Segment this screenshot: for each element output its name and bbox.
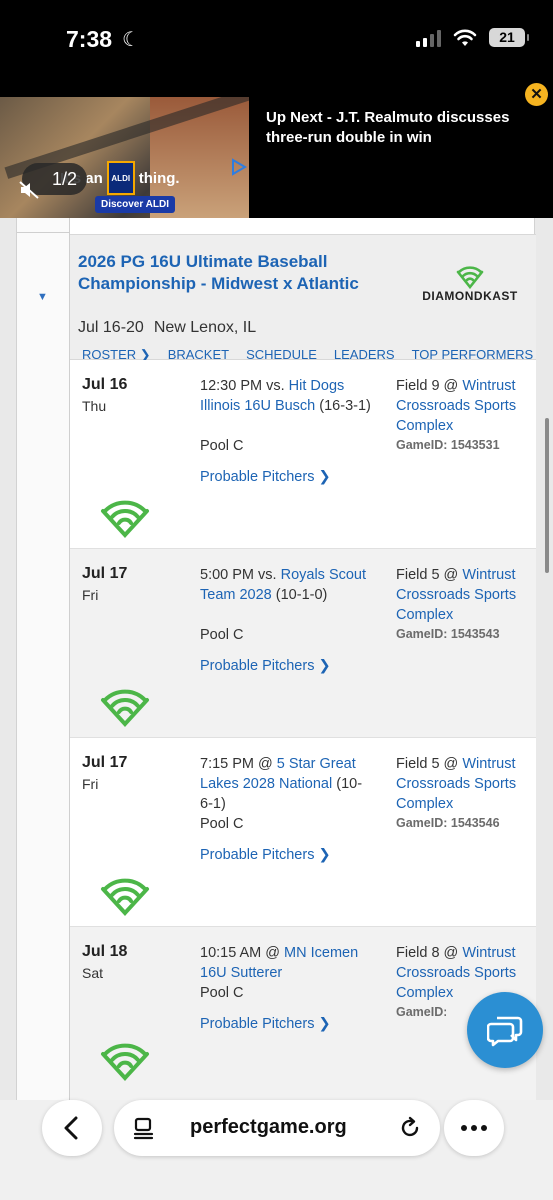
game-pool: Pool C bbox=[200, 438, 244, 454]
chat-bubbles-icon bbox=[487, 1016, 523, 1047]
aldi-logo: ALDI bbox=[106, 161, 135, 195]
game-pool: Pool C bbox=[200, 627, 244, 643]
game-field: Field 5 @ Wintrust Crossroads Sports Com… bbox=[396, 567, 517, 623]
status-bar: 7:38 ☾ 21 bbox=[0, 0, 553, 80]
game-id: GameID: 1543543 bbox=[396, 627, 500, 641]
page-content: ▼ 2026 PG 16U Ultimate Baseball Champion… bbox=[0, 218, 553, 1200]
url-text: perfectgame.org bbox=[190, 1116, 347, 1138]
expand-gutter: ▼ bbox=[17, 218, 70, 1104]
browser-toolbar: perfectgame.org bbox=[0, 1100, 553, 1200]
game-matchup: 7:15 PM @ 5 Star Great Lakes 2028 Nation… bbox=[200, 756, 363, 812]
game-row: Jul 17 Fri 5:00 PM vs. Royals Scout Team… bbox=[70, 549, 536, 738]
event-title[interactable]: 2026 PG 16U Ultimate Baseball Championsh… bbox=[78, 251, 398, 295]
event-location: New Lenox, IL bbox=[153, 319, 257, 336]
diamondkast-stream-icon[interactable] bbox=[100, 1037, 150, 1081]
game-pool: Pool C bbox=[200, 816, 244, 832]
game-day: Thu bbox=[82, 398, 107, 414]
diamondkast-stream-icon[interactable] bbox=[100, 872, 150, 916]
game-id: GameID: 15 bbox=[396, 1005, 446, 1019]
game-row: Jul 18 Sat 10:15 AM @ MN Icemen 16U Sutt… bbox=[70, 927, 536, 1116]
game-day: Sat bbox=[82, 965, 104, 981]
games-list: Jul 16 Thu 12:30 PM vs. Hit Dogs Illinoi… bbox=[70, 360, 536, 1116]
game-row: Jul 17 Fri 7:15 PM @ 5 Star Great Lakes … bbox=[70, 738, 536, 927]
game-id: GameID: 1543546 bbox=[396, 816, 500, 830]
probable-pitchers-link[interactable]: Probable Pitchers ❯ bbox=[200, 1016, 331, 1032]
game-matchup: 12:30 PM vs. Hit Dogs Illinois 16U Busch… bbox=[200, 378, 371, 414]
chat-button[interactable] bbox=[467, 992, 543, 1068]
game-day: Fri bbox=[82, 587, 99, 603]
do-not-disturb-icon: ☾ bbox=[122, 29, 140, 51]
game-date: Jul 16 bbox=[82, 376, 128, 393]
game-matchup: 10:15 AM @ MN Icemen 16U Sutterer bbox=[200, 945, 359, 981]
cellular-signal-icon bbox=[416, 29, 441, 47]
game-matchup: 5:00 PM vs. Royals Scout Team 2028 (10-1… bbox=[200, 567, 367, 603]
diamondkast-stream-icon[interactable] bbox=[100, 494, 150, 538]
probable-pitchers-link[interactable]: Probable Pitchers ❯ bbox=[200, 847, 331, 863]
mute-icon[interactable] bbox=[18, 180, 42, 200]
more-options-button[interactable] bbox=[444, 1100, 504, 1156]
wifi-icon bbox=[453, 29, 477, 46]
game-row: Jul 16 Thu 12:30 PM vs. Hit Dogs Illinoi… bbox=[70, 360, 536, 549]
diamondkast-icon bbox=[456, 266, 484, 290]
game-day: Fri bbox=[82, 776, 99, 792]
game-pool: Pool C bbox=[200, 985, 244, 1001]
address-bar[interactable]: perfectgame.org bbox=[114, 1100, 440, 1156]
status-icons: 21 bbox=[416, 28, 529, 47]
diamondkast-stream-icon[interactable] bbox=[100, 683, 150, 727]
reload-icon[interactable] bbox=[398, 1116, 422, 1140]
ad-cta-button[interactable]: Discover ALDI bbox=[95, 196, 175, 213]
back-button[interactable] bbox=[42, 1100, 102, 1156]
game-field: Field 5 @ Wintrust Crossroads Sports Com… bbox=[396, 756, 517, 812]
battery-icon: 21 bbox=[489, 28, 529, 47]
collapse-arrow-icon[interactable]: ▼ bbox=[37, 291, 48, 303]
ad-up-next-text[interactable]: Up Next - J.T. Realmuto discusses three-… bbox=[266, 108, 526, 148]
status-time: 7:38 bbox=[66, 26, 113, 52]
reader-mode-icon[interactable] bbox=[132, 1116, 156, 1140]
ad-close-button[interactable]: ✕ bbox=[525, 83, 548, 106]
game-id: GameID: 1543531 bbox=[396, 438, 500, 452]
game-date: Jul 17 bbox=[82, 565, 128, 582]
game-date: Jul 17 bbox=[82, 754, 128, 771]
ad-banner[interactable]: It's an ALDI thing. Discover ALDI Up Nex… bbox=[0, 80, 553, 219]
event-header: 2026 PG 16U Ultimate Baseball Championsh… bbox=[70, 234, 536, 362]
ellipsis-icon bbox=[461, 1125, 487, 1131]
probable-pitchers-link[interactable]: Probable Pitchers ❯ bbox=[200, 469, 331, 485]
diamondkast-logo[interactable]: DIAMONDKAST bbox=[416, 261, 524, 303]
game-field: Field 9 @ Wintrust Crossroads Sports Com… bbox=[396, 378, 517, 434]
chevron-left-icon bbox=[64, 1116, 78, 1140]
ad-video[interactable]: It's an ALDI thing. Discover ALDI bbox=[0, 97, 249, 219]
probable-pitchers-link[interactable]: Probable Pitchers ❯ bbox=[200, 658, 331, 674]
adchoices-icon[interactable] bbox=[230, 158, 248, 176]
game-date: Jul 18 bbox=[82, 943, 128, 960]
event-dates: Jul 16-20 New Lenox, IL bbox=[78, 319, 257, 336]
page-scrollbar[interactable] bbox=[545, 418, 549, 573]
schedule-frame: ▼ 2026 PG 16U Ultimate Baseball Champion… bbox=[16, 218, 536, 1116]
